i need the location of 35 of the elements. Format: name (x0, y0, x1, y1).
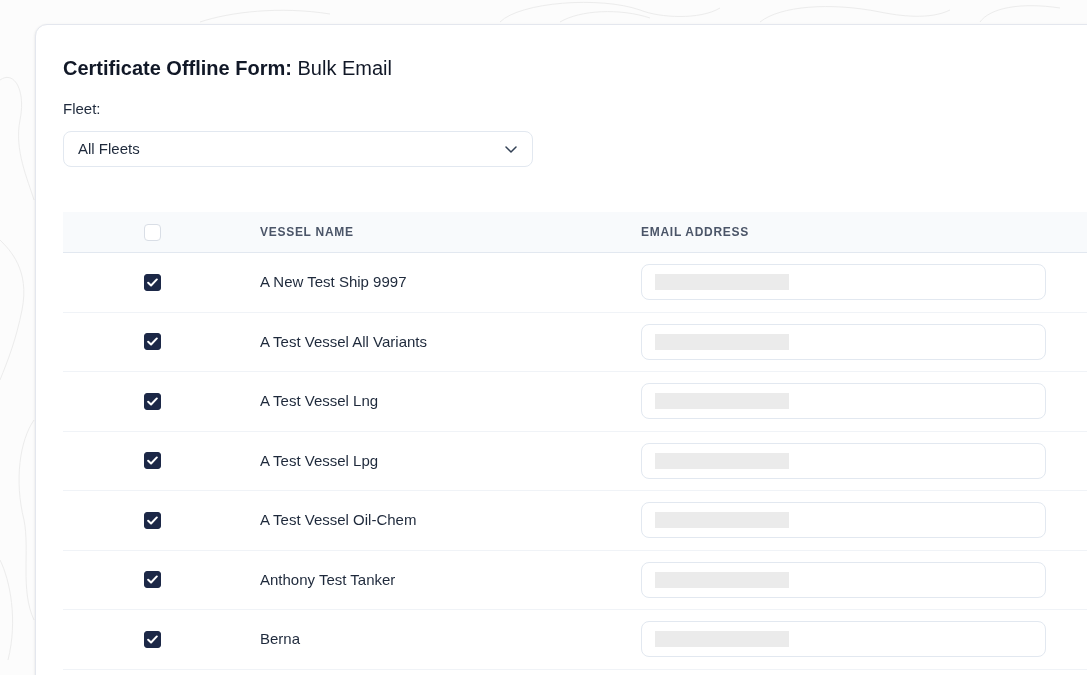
vessel-name: A Test Vessel Lpg (260, 450, 379, 471)
row-checkbox[interactable] (144, 571, 161, 589)
checkmark-icon (147, 575, 158, 585)
row-checkbox[interactable] (144, 630, 161, 648)
email-input-field[interactable] (641, 561, 1046, 598)
fleet-select[interactable]: All Fleets (63, 131, 533, 167)
checkmark-icon (147, 396, 158, 406)
email-input-field[interactable] (641, 264, 1046, 301)
checkmark-icon (147, 634, 158, 644)
column-header: VESSEL NAME (260, 224, 354, 241)
checkmark-icon (147, 337, 158, 347)
select-all-checkbox[interactable] (144, 223, 161, 241)
column-header: EMAIL ADDRESS (641, 224, 750, 241)
row-checkbox[interactable] (144, 511, 161, 529)
form-title: Certificate Offline Form: Bulk Email (63, 56, 393, 81)
row-checkbox[interactable] (144, 273, 161, 291)
checkmark-icon (147, 515, 158, 525)
row-checkbox[interactable] (144, 452, 161, 470)
vessel-name: Anthony Test Tanker (260, 569, 396, 590)
row-checkbox[interactable] (144, 333, 161, 351)
email-input-field[interactable] (641, 621, 1046, 658)
email-input-field[interactable] (641, 442, 1046, 479)
vessel-name: A Test Vessel Lng (260, 391, 379, 411)
vessel-name: A New Test Ship 9997 (260, 272, 407, 292)
vessel-name: A Test Vessel All Variants (260, 331, 428, 352)
fleet-label: Fleet: (63, 99, 102, 119)
email-input-field[interactable] (641, 502, 1046, 539)
vessel-name: Berna (260, 629, 301, 649)
checkmark-icon (147, 277, 158, 287)
chevron-down-icon (505, 145, 517, 153)
row-checkbox[interactable] (144, 392, 161, 410)
email-input-field[interactable] (641, 383, 1046, 420)
vessel-name: A Test Vessel Oil-Chem (260, 510, 417, 530)
checkmark-icon (147, 456, 158, 466)
email-input-field[interactable] (641, 323, 1046, 360)
